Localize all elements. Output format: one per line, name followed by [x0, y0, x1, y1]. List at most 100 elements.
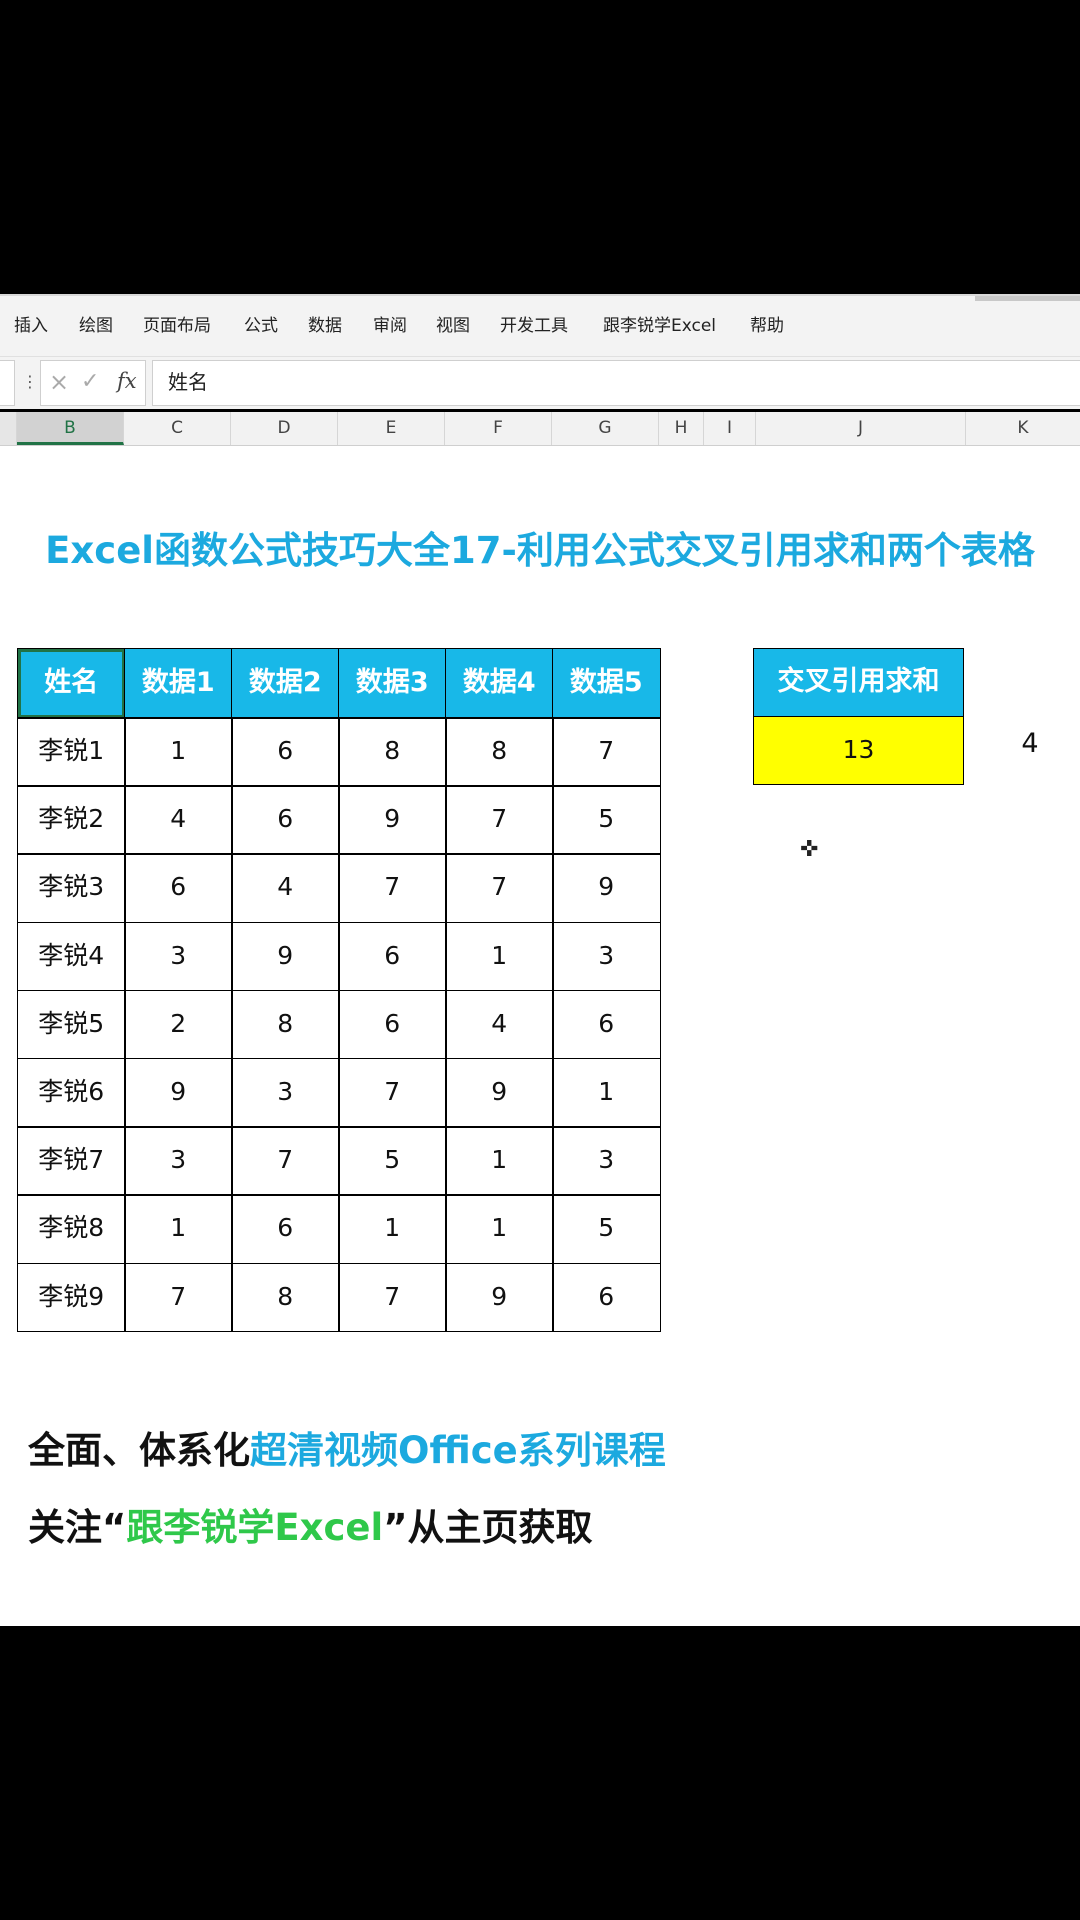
table-data-cell[interactable]: 7 — [445, 853, 554, 924]
column-header-c[interactable]: C — [124, 412, 231, 445]
table-data-cell[interactable]: 6 — [338, 921, 447, 992]
side-value[interactable]: 4 — [1005, 728, 1055, 759]
table-data-cell[interactable]: 7 — [231, 1126, 340, 1196]
column-header-f[interactable]: F — [445, 412, 552, 445]
promo-line-2: 关注“跟李锐学Excel”从主页获取 — [28, 1497, 593, 1551]
table-data-cell[interactable]: 6 — [231, 785, 340, 855]
table-data-cell[interactable]: 4 — [445, 989, 554, 1060]
table-data-cell[interactable]: 6 — [231, 717, 340, 787]
menu-formulas[interactable]: 公式 — [244, 296, 278, 356]
menu-developer[interactable]: 开发工具 — [500, 296, 568, 356]
fx-icon[interactable]: fx — [117, 369, 137, 393]
table-data-cell[interactable]: 6 — [231, 1194, 340, 1265]
table-data-cell[interactable]: 1 — [338, 1194, 447, 1265]
menu-page-layout[interactable]: 页面布局 — [143, 296, 211, 356]
table-data-cell[interactable]: 1 — [124, 717, 233, 787]
promo-line-1-prefix: 全面、体系化 — [28, 1429, 250, 1472]
table-data-cell[interactable]: 7 — [338, 1058, 447, 1128]
table-data-cell[interactable]: 7 — [445, 785, 554, 855]
table-data-cell[interactable]: 9 — [445, 1262, 554, 1333]
menu-data[interactable]: 数据 — [308, 296, 342, 356]
table-data-cell[interactable]: 8 — [445, 717, 554, 787]
table-data-cell[interactable]: 6 — [124, 853, 233, 924]
menu-view[interactable]: 视图 — [436, 296, 470, 356]
column-header-d[interactable]: D — [231, 412, 338, 445]
menu-review[interactable]: 审阅 — [373, 296, 407, 356]
table-data-cell[interactable]: 6 — [552, 989, 661, 1060]
table-data-cell[interactable]: 5 — [552, 1194, 661, 1265]
table-data-cell[interactable]: 2 — [124, 989, 233, 1060]
table-name-cell[interactable]: 李锐9 — [17, 1262, 126, 1333]
table-name-cell[interactable]: 李锐1 — [17, 717, 126, 787]
column-header-e[interactable]: E — [338, 412, 445, 445]
more-dots-icon[interactable]: ⋮ — [22, 372, 38, 391]
table-name-cell[interactable]: 李锐4 — [17, 921, 126, 992]
table-header-cell[interactable]: 数据4 — [445, 648, 554, 719]
column-header-g[interactable]: G — [552, 412, 659, 445]
menu-learn-excel[interactable]: 跟李锐学Excel — [603, 296, 716, 356]
table-data-cell[interactable]: 9 — [124, 1058, 233, 1128]
table-data-cell[interactable]: 1 — [552, 1058, 661, 1128]
table-data-cell[interactable]: 1 — [445, 921, 554, 992]
table-data-cell[interactable]: 4 — [231, 853, 340, 924]
table-data-cell[interactable]: 9 — [338, 785, 447, 855]
promo-line-1: 全面、体系化超清视频Office系列课程 — [28, 1420, 666, 1474]
table-header-cell[interactable]: 数据3 — [338, 648, 447, 719]
table-name-cell[interactable]: 李锐2 — [17, 785, 126, 855]
menu-insert[interactable]: 插入 — [14, 296, 48, 356]
table-data-cell[interactable]: 3 — [231, 1058, 340, 1128]
table-data-cell[interactable]: 5 — [338, 1126, 447, 1196]
formula-input[interactable] — [152, 360, 1080, 406]
table-data-cell[interactable]: 3 — [552, 1126, 661, 1196]
table-data-cell[interactable]: 8 — [338, 717, 447, 787]
table-header-cell[interactable]: 数据1 — [124, 648, 233, 719]
column-header-b[interactable]: B — [17, 412, 124, 445]
table-data-cell[interactable]: 1 — [445, 1126, 554, 1196]
column-header-h[interactable]: H — [659, 412, 704, 445]
cell-cursor-icon: ✜ — [800, 837, 819, 862]
table-name-cell[interactable]: 李锐3 — [17, 853, 126, 924]
table-data-cell[interactable]: 8 — [231, 1262, 340, 1333]
table-data-cell[interactable]: 4 — [124, 785, 233, 855]
cross-sum-value[interactable]: 13 — [753, 716, 964, 785]
formula-content: 姓名 — [168, 370, 208, 394]
table-data-cell[interactable]: 3 — [124, 921, 233, 992]
cancel-icon[interactable]: × — [49, 368, 69, 396]
table-data-cell[interactable]: 9 — [445, 1058, 554, 1128]
promo-line-1-highlight: 超清视频Office系列课程 — [250, 1429, 666, 1472]
table-data-cell[interactable]: 9 — [552, 853, 661, 924]
table-data-cell[interactable]: 6 — [552, 1262, 661, 1333]
table-header-cell[interactable]: 数据5 — [552, 648, 661, 719]
table-data-cell[interactable]: 6 — [338, 989, 447, 1060]
table-data-cell[interactable]: 7 — [552, 717, 661, 787]
formula-buttons: × ✓ fx — [40, 360, 146, 406]
table-data-cell[interactable]: 8 — [231, 989, 340, 1060]
promo-line-2-highlight: 跟李锐学Excel — [126, 1506, 384, 1549]
table-data-cell[interactable]: 3 — [552, 921, 661, 992]
cross-sum-header[interactable]: 交叉引用求和 — [753, 648, 964, 717]
menu-draw[interactable]: 绘图 — [79, 296, 113, 356]
column-header-i[interactable]: I — [704, 412, 756, 445]
table-data-cell[interactable]: 7 — [338, 1262, 447, 1333]
table-name-cell[interactable]: 李锐6 — [17, 1058, 126, 1128]
table-name-cell[interactable]: 李锐8 — [17, 1194, 126, 1265]
confirm-icon[interactable]: ✓ — [81, 369, 99, 394]
column-header-k[interactable]: K — [966, 412, 1080, 445]
name-box[interactable] — [0, 360, 15, 406]
table-name-cell[interactable]: 李锐7 — [17, 1126, 126, 1196]
table-data-cell[interactable]: 3 — [124, 1126, 233, 1196]
table-data-cell[interactable]: 9 — [231, 921, 340, 992]
table-data-cell[interactable]: 5 — [552, 785, 661, 855]
table-data-cell[interactable]: 7 — [124, 1262, 233, 1333]
promo-line-2-prefix: 关注“ — [28, 1506, 127, 1549]
table-data-cell[interactable]: 1 — [124, 1194, 233, 1265]
table-header-cell[interactable]: 姓名 — [17, 648, 126, 719]
column-header-j[interactable]: J — [756, 412, 966, 445]
menu-help[interactable]: 帮助 — [750, 296, 784, 356]
table-name-cell[interactable]: 李锐5 — [17, 989, 126, 1060]
table-header-cell[interactable]: 数据2 — [231, 648, 340, 719]
column-header-a[interactable] — [0, 412, 17, 445]
ribbon-tab-strip — [975, 296, 1080, 301]
table-data-cell[interactable]: 1 — [445, 1194, 554, 1265]
table-data-cell[interactable]: 7 — [338, 853, 447, 924]
